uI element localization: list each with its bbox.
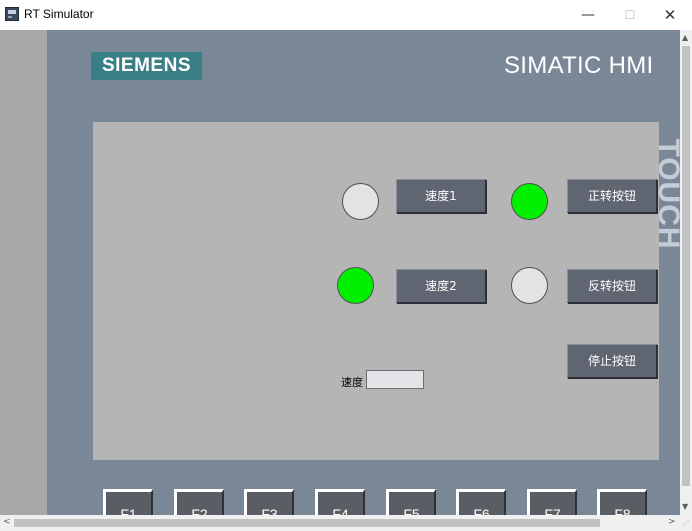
scroll-down-arrow-icon[interactable]: ▼ xyxy=(682,502,688,511)
function-key-f8[interactable]: F8 xyxy=(597,489,647,515)
function-key-f4[interactable]: F4 xyxy=(315,489,365,515)
app-icon xyxy=(5,7,19,21)
speed-value-field[interactable] xyxy=(366,370,424,389)
horizontal-scroll-thumb[interactable] xyxy=(14,519,600,527)
function-key-f3[interactable]: F3 xyxy=(244,489,294,515)
scroll-up-arrow-icon[interactable]: ▲ xyxy=(682,33,688,42)
function-key-f7[interactable]: F7 xyxy=(527,489,577,515)
forward-indicator xyxy=(511,183,548,220)
close-button[interactable]: ✕ xyxy=(648,0,692,30)
stop-button[interactable]: 停止按钮 xyxy=(567,344,657,378)
vertical-scrollbar[interactable]: ▲ ▼ xyxy=(680,30,692,515)
function-key-f5[interactable]: F5 xyxy=(386,489,436,515)
vertical-scroll-thumb[interactable] xyxy=(682,46,690,486)
reverse-indicator xyxy=(511,267,548,304)
hmi-screen: 速度1 正转按钮 速度2 反转按钮 停止按钮 速度 xyxy=(93,122,659,460)
reverse-button[interactable]: 反转按钮 xyxy=(567,269,657,303)
simulator-client-area: SIEMENS SIMATIC HMI TOUCH 速度1 正转按钮 速度2 反… xyxy=(0,30,680,515)
minimize-button[interactable]: — xyxy=(566,0,610,30)
resize-grip-icon[interactable]: ⋰ xyxy=(680,515,692,531)
window-title: RT Simulator xyxy=(24,7,94,21)
speed1-button[interactable]: 速度1 xyxy=(396,179,486,213)
speed-label: 速度 xyxy=(341,376,363,389)
function-key-f6[interactable]: F6 xyxy=(456,489,506,515)
function-key-f1[interactable]: F1 xyxy=(103,489,153,515)
forward-button[interactable]: 正转按钮 xyxy=(567,179,657,213)
siemens-logo: SIEMENS xyxy=(91,52,202,80)
horizontal-scrollbar[interactable]: < > xyxy=(0,515,680,531)
scroll-left-arrow-icon[interactable]: < xyxy=(3,517,11,527)
function-key-f2[interactable]: F2 xyxy=(174,489,224,515)
maximize-button[interactable]: ☐ xyxy=(608,0,652,30)
hmi-panel: SIEMENS SIMATIC HMI TOUCH 速度1 正转按钮 速度2 反… xyxy=(47,30,680,515)
touch-label-text: TOUCH xyxy=(657,138,680,250)
scroll-right-arrow-icon[interactable]: > xyxy=(668,517,676,527)
title-bar: RT Simulator — ☐ ✕ xyxy=(0,0,692,30)
speed2-indicator xyxy=(337,267,374,304)
speed2-button[interactable]: 速度2 xyxy=(396,269,486,303)
speed1-indicator xyxy=(342,183,379,220)
touch-label: TOUCH xyxy=(657,123,680,269)
hmi-model-title: SIMATIC HMI xyxy=(504,52,654,79)
